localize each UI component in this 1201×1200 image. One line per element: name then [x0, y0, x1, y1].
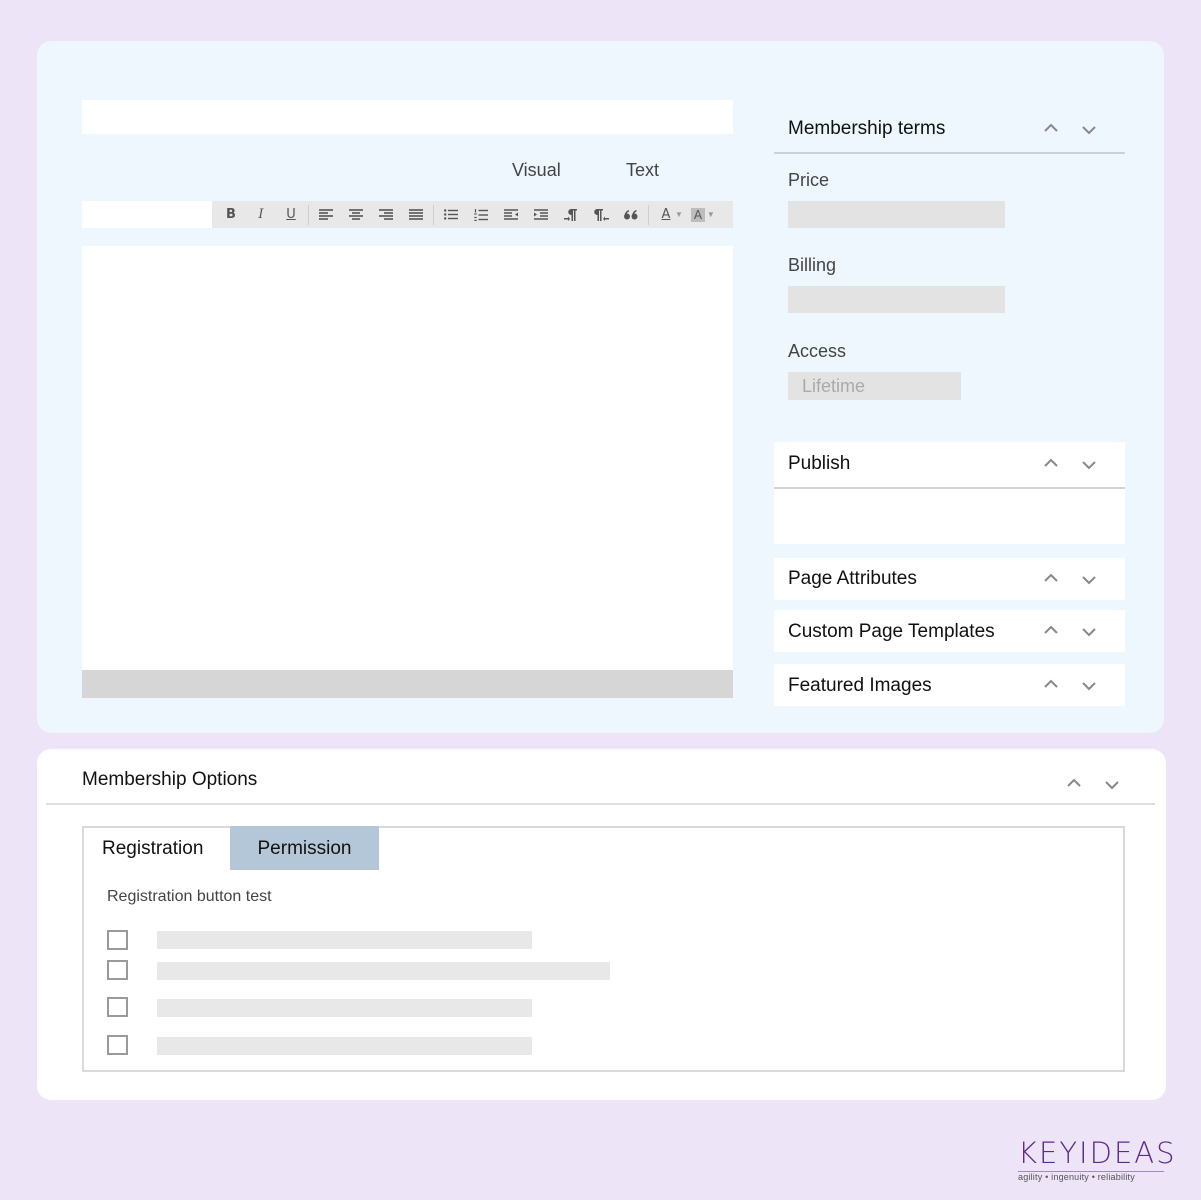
option-text-placeholder — [157, 999, 532, 1017]
bold-button[interactable]: B — [216, 201, 246, 228]
align-right-button[interactable] — [371, 201, 401, 228]
align-left-icon — [319, 209, 333, 220]
chevron-up-icon[interactable] — [1044, 573, 1058, 583]
background-color-icon: A — [690, 207, 706, 222]
bullet-list-button[interactable] — [436, 201, 466, 228]
chevron-down-icon[interactable] — [1082, 681, 1096, 691]
chevron-up-icon[interactable] — [1044, 123, 1058, 133]
align-center-icon — [349, 209, 363, 220]
underline-button[interactable]: U — [276, 201, 306, 228]
price-input[interactable] — [788, 201, 1005, 228]
ltr-button[interactable] — [556, 201, 586, 228]
option-checkbox[interactable] — [107, 1035, 128, 1055]
editor-status-bar — [82, 670, 733, 698]
quote-icon — [624, 209, 638, 219]
toolbar-format-select[interactable] — [82, 201, 212, 228]
underline-icon: U — [286, 207, 296, 222]
numbered-list-button[interactable] — [466, 201, 496, 228]
italic-icon: I — [258, 207, 264, 222]
chevron-down-icon[interactable] — [1082, 125, 1096, 135]
editor-toolbar: B I U A ▼ A ▼ — [212, 201, 733, 228]
registration-button-label: Registration button test — [107, 888, 272, 905]
rtl-button[interactable] — [586, 201, 616, 228]
outdent-icon — [504, 209, 518, 220]
membership-terms-title: Membership terms — [788, 118, 946, 139]
access-select[interactable]: Lifetime — [788, 372, 961, 400]
option-checkbox[interactable] — [107, 960, 128, 980]
toolbar-divider — [433, 204, 434, 225]
option-checkbox[interactable] — [107, 930, 128, 950]
divider — [46, 803, 1155, 805]
option-text-placeholder — [157, 962, 610, 980]
option-text-placeholder — [157, 1037, 532, 1055]
access-label: Access — [788, 341, 847, 361]
tab-registration[interactable]: Registration — [102, 838, 203, 860]
editor-content-area[interactable] — [82, 246, 733, 670]
align-left-button[interactable] — [311, 201, 341, 228]
page-attributes-title: Page Attributes — [788, 568, 917, 589]
featured-images-title: Featured Images — [788, 675, 932, 696]
numbered-list-icon — [474, 208, 488, 221]
justify-button[interactable] — [401, 201, 431, 228]
billing-label: Billing — [788, 255, 837, 275]
price-label: Price — [788, 170, 830, 190]
chevron-up-icon[interactable] — [1044, 458, 1058, 468]
align-center-button[interactable] — [341, 201, 371, 228]
publish-title: Publish — [788, 453, 851, 474]
chevron-up-icon[interactable] — [1044, 679, 1058, 689]
membership-options-title: Membership Options — [82, 769, 258, 790]
chevron-down-icon[interactable] — [1105, 780, 1119, 790]
indent-icon — [534, 209, 548, 220]
bold-icon: B — [226, 207, 236, 222]
toolbar-divider — [308, 204, 309, 225]
align-right-icon — [379, 209, 393, 220]
option-checkbox[interactable] — [107, 997, 128, 1017]
divider — [774, 152, 1125, 154]
outdent-button[interactable] — [496, 201, 526, 228]
blockquote-button[interactable] — [616, 201, 646, 228]
caret-down-icon[interactable]: ▼ — [675, 210, 683, 219]
tab-visual[interactable]: Visual — [512, 160, 561, 181]
tab-text[interactable]: Text — [626, 160, 659, 181]
billing-input[interactable] — [788, 286, 1005, 313]
chevron-up-icon[interactable] — [1067, 778, 1081, 788]
logo-underline — [1018, 1171, 1164, 1172]
indent-button[interactable] — [526, 201, 556, 228]
post-title-input[interactable] — [82, 100, 733, 134]
chevron-down-icon[interactable] — [1082, 575, 1096, 585]
chevron-down-icon[interactable] — [1082, 460, 1096, 470]
keyideas-logo: KEYIDEAS agility • ingenuity • reliabili… — [1018, 1136, 1177, 1186]
toolbar-divider — [648, 204, 649, 225]
divider — [774, 487, 1125, 489]
paragraph-ltr-icon — [564, 208, 577, 221]
justify-icon — [409, 209, 423, 220]
custom-page-templates-title: Custom Page Templates — [788, 621, 995, 642]
tab-permission[interactable]: Permission — [230, 826, 379, 870]
logo-wordmark: KEYIDEAS — [1018, 1136, 1177, 1170]
text-color-icon: A — [661, 207, 671, 222]
bullet-list-icon — [444, 209, 458, 220]
caret-down-icon[interactable]: ▼ — [707, 210, 715, 219]
italic-button[interactable]: I — [246, 201, 276, 228]
logo-tagline: agility • ingenuity • reliability — [1018, 1172, 1135, 1182]
option-text-placeholder — [157, 931, 532, 949]
chevron-down-icon[interactable] — [1082, 627, 1096, 637]
paragraph-rtl-icon — [593, 208, 609, 221]
chevron-up-icon[interactable] — [1044, 625, 1058, 635]
